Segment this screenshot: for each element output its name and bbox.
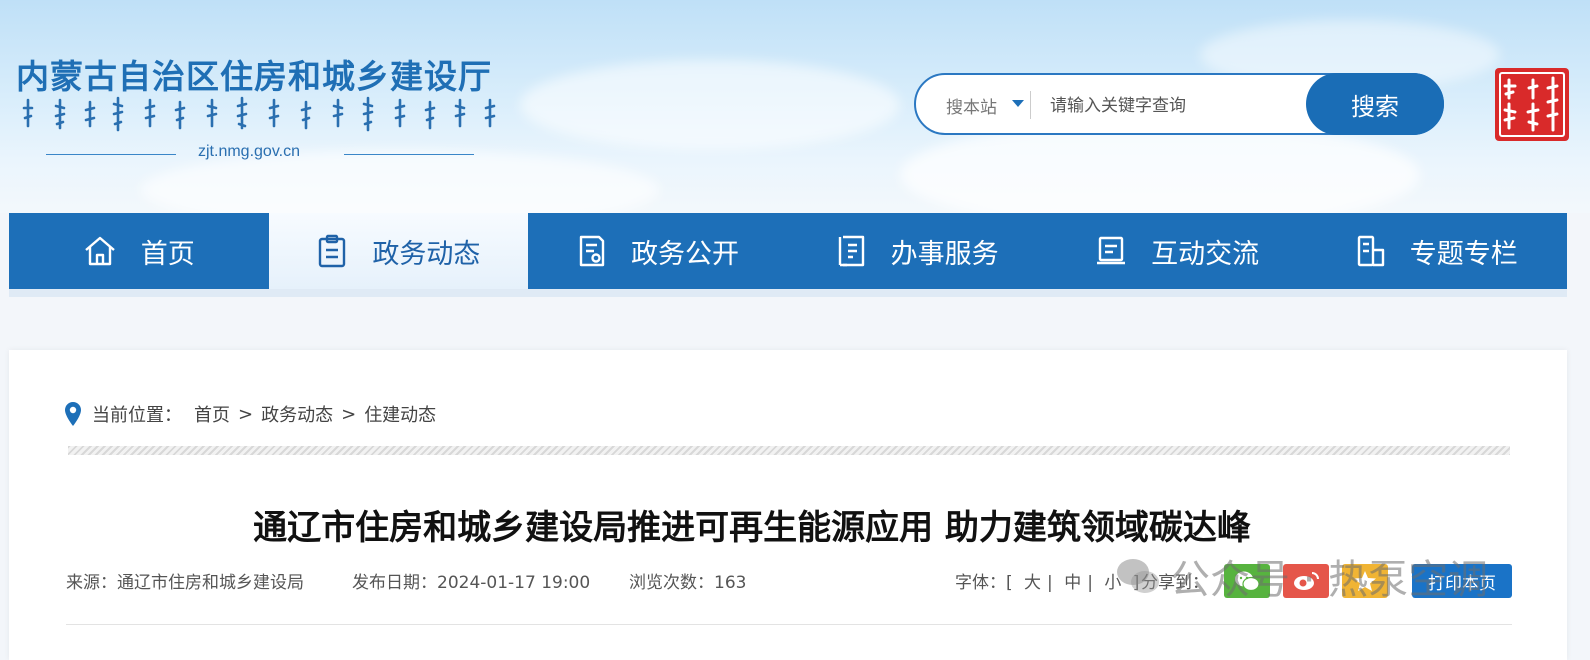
font-size-large[interactable]: 大 <box>1024 573 1041 593</box>
font-size-small[interactable]: 小 <box>1104 573 1121 593</box>
nav-label: 专题专栏 <box>1409 238 1518 270</box>
meta-divider <box>66 624 1512 625</box>
clipboard-icon <box>319 234 346 268</box>
nav-item-columns[interactable]: 专题专栏 <box>1307 213 1567 289</box>
nav-item-news[interactable]: 政务动态 <box>268 213 529 289</box>
search-box: 搜本站 搜索 <box>914 73 1444 135</box>
nav-shadow <box>9 289 1567 297</box>
font-size-end: ] <box>1132 573 1140 593</box>
weibo-icon <box>1294 572 1319 590</box>
article-date: 发布日期：2024-01-17 19:00 <box>352 573 591 593</box>
search-scope-select[interactable]: 搜本站 <box>946 93 997 118</box>
breadcrumb-separator: > <box>238 403 254 425</box>
breadcrumb-current[interactable]: 住建动态 <box>364 401 436 427</box>
article-views: 浏览次数：163 <box>629 573 747 593</box>
breadcrumb: 当前位置： 首页 > 政务动态 > 住建动态 <box>64 400 436 428</box>
main-nav: 首页 政务动态 政务公开 办事服务 互动交流 专题专栏 <box>9 213 1567 289</box>
site-header: 内蒙古自治区住房和城乡建设厅 zjt.nmg.gov.cn 搜本站 请输入关键字… <box>0 0 1590 213</box>
column-icon <box>1357 235 1384 267</box>
breadcrumb-news[interactable]: 政务动态 <box>261 401 333 427</box>
article-source: 来源：通辽市住房和城乡建设局 <box>66 573 304 593</box>
nav-label: 办事服务 <box>890 238 999 270</box>
location-pin-icon <box>65 402 81 426</box>
site-domain: zjt.nmg.gov.cn <box>198 143 300 160</box>
document-icon <box>579 235 605 267</box>
nav-item-disclosure[interactable]: 政务公开 <box>528 213 788 289</box>
font-size-control: 字体：[ 大 | 中 | 小 ] <box>955 573 1140 593</box>
nav-label: 首页 <box>140 238 195 270</box>
breadcrumb-separator: > <box>341 403 357 425</box>
font-size-medium[interactable]: 中 <box>1064 573 1081 593</box>
hatched-divider <box>68 446 1510 455</box>
share-label: 分享到： <box>1141 573 1209 593</box>
domain-divider-left <box>46 154 176 155</box>
dropdown-arrow-icon[interactable] <box>1012 100 1024 108</box>
book-icon <box>1097 236 1126 265</box>
share-qzone-button[interactable] <box>1342 564 1388 598</box>
nav-item-services[interactable]: 办事服务 <box>788 213 1048 289</box>
search-button[interactable]: 搜索 <box>1306 73 1444 135</box>
nav-label: 政务公开 <box>630 238 739 270</box>
nav-label: 政务动态 <box>372 238 481 270</box>
mongolian-script-logo <box>22 96 496 132</box>
share-wechat-button[interactable] <box>1224 564 1270 598</box>
print-button[interactable]: 打印本页 <box>1412 564 1512 598</box>
search-input[interactable] <box>1048 89 1302 123</box>
nav-item-interaction[interactable]: 互动交流 <box>1047 213 1307 289</box>
font-size-label: 字体：[ <box>955 573 1013 593</box>
share-weibo-button[interactable] <box>1283 564 1329 598</box>
service-icon <box>838 235 864 267</box>
home-icon <box>85 236 115 266</box>
breadcrumb-label: 当前位置： <box>92 405 182 426</box>
search-separator <box>1030 91 1031 119</box>
article-title: 通辽市住房和城乡建设局推进可再生能源应用 助力建筑领域碳达峰 <box>253 508 1251 548</box>
nav-label: 互动交流 <box>1151 238 1260 270</box>
nav-item-home[interactable]: 首页 <box>9 213 269 289</box>
domain-divider-right <box>344 154 474 155</box>
breadcrumb-home[interactable]: 首页 <box>194 401 230 427</box>
wechat-icon <box>1235 571 1260 592</box>
site-title[interactable]: 内蒙古自治区住房和城乡建设厅 <box>16 50 492 98</box>
star-icon <box>1354 571 1376 591</box>
mongolian-seal-logo <box>1495 68 1569 141</box>
